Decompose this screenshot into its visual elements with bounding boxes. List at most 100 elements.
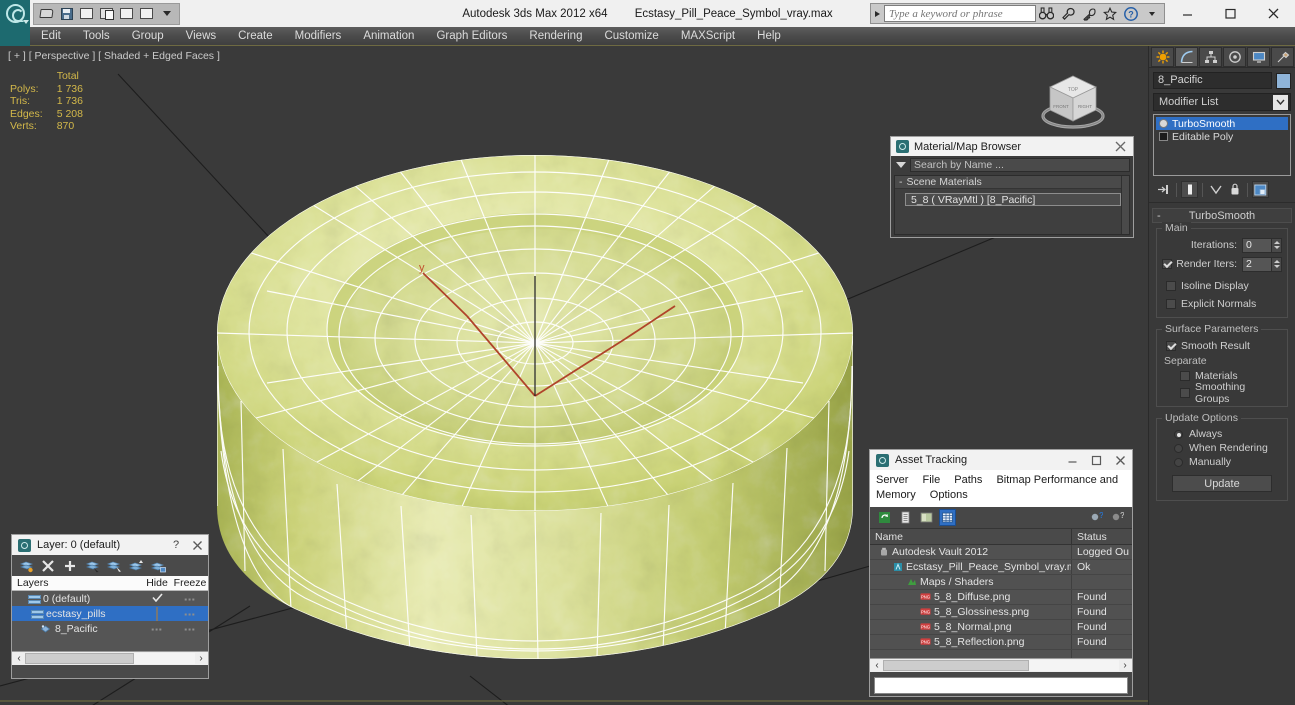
search-input[interactable]: [884, 5, 1036, 22]
update-button[interactable]: Update: [1172, 475, 1272, 492]
list-item[interactable]: 8_Pacific ▪▪▪ ▪▪▪: [12, 621, 208, 636]
update-option-always[interactable]: Always: [1162, 427, 1282, 441]
smooth-result-row[interactable]: Smooth Result: [1162, 338, 1282, 353]
update-option-when-rendering[interactable]: When Rendering: [1162, 441, 1282, 455]
scroll-left-icon[interactable]: ‹: [13, 653, 25, 664]
hierarchy-tab[interactable]: [1199, 46, 1222, 67]
render-iters-checkbox[interactable]: [1162, 259, 1172, 269]
spinner-arrows[interactable]: [1272, 256, 1282, 272]
render-iters-spinner[interactable]: [1242, 256, 1282, 272]
menu-item-server[interactable]: Server: [876, 474, 908, 486]
search-options-dropdown[interactable]: [1141, 4, 1162, 23]
menu-item-options[interactable]: Options: [930, 489, 968, 501]
explicit-normals-checkbox[interactable]: [1166, 298, 1176, 309]
table-row[interactable]: Autodesk Vault 2012 Logged Ou: [870, 545, 1132, 560]
help-blue-button[interactable]: ?: [1088, 509, 1105, 526]
scrollbar-thumb[interactable]: [883, 660, 1030, 671]
minimize-button[interactable]: [1060, 450, 1084, 470]
freeze-dots[interactable]: ▪▪▪: [184, 610, 196, 619]
current-layer-check[interactable]: [142, 592, 172, 605]
new-scene-button[interactable]: [77, 5, 96, 23]
iterations-spinner[interactable]: [1242, 237, 1282, 253]
menu-item-tools[interactable]: Tools: [72, 27, 121, 46]
grid-view-button[interactable]: [939, 509, 956, 526]
table-row[interactable]: Ecstasy_Pill_Peace_Symbol_vray.max Ok: [870, 560, 1132, 575]
scroll-left-icon[interactable]: ‹: [871, 660, 883, 671]
modifier-stack-item-editable-poly[interactable]: Editable Poly: [1156, 130, 1288, 143]
modify-tab[interactable]: [1175, 46, 1198, 67]
menu-item-help[interactable]: Help: [746, 27, 792, 46]
utilities-tab[interactable]: [1271, 46, 1294, 67]
layer-table-body[interactable]: 0 (default) ▪▪▪ ecstasy_pills ▪▪▪ 8_Paci…: [12, 591, 208, 651]
search-expand-button[interactable]: [871, 4, 884, 23]
modifier-stack[interactable]: TurboSmooth Editable Poly: [1153, 114, 1291, 176]
menu-item-file[interactable]: File: [922, 474, 940, 486]
menu-item-edit[interactable]: Edit: [30, 27, 72, 46]
turbosmooth-rollout-header[interactable]: - TurboSmooth: [1152, 208, 1292, 223]
menu-item-paths[interactable]: Paths: [954, 474, 982, 486]
list-item[interactable]: ecstasy_pills ▪▪▪: [12, 606, 208, 621]
object-color-swatch[interactable]: [1276, 72, 1291, 89]
materials-checkbox[interactable]: [1180, 370, 1190, 381]
hide-unselected-button[interactable]: [150, 558, 166, 574]
list-item[interactable]: 0 (default) ▪▪▪: [12, 591, 208, 606]
spinner-arrows[interactable]: [1272, 237, 1282, 253]
create-new-layer-button[interactable]: [18, 558, 34, 574]
app-logo-button[interactable]: [0, 0, 30, 27]
table-row[interactable]: PNG 5_8_Normal.png Found: [870, 620, 1132, 635]
table-row[interactable]: PNG 5_8_Diffuse.png Found: [870, 590, 1132, 605]
star-icon[interactable]: [1099, 4, 1120, 23]
hide-checkbox[interactable]: [156, 606, 158, 621]
scrollbar-thumb[interactable]: [25, 653, 134, 664]
table-row[interactable]: Maps / Shaders: [870, 575, 1132, 590]
scroll-right-icon[interactable]: ›: [195, 653, 207, 664]
table-row[interactable]: PNG 5_8_Reflection.png Found: [870, 635, 1132, 650]
table-row[interactable]: PNG 5_8_Glossiness.png Found: [870, 605, 1132, 620]
help-gray-button[interactable]: ?: [1109, 509, 1126, 526]
remove-modifier-button[interactable]: [1226, 181, 1243, 198]
menu-item-animation[interactable]: Animation: [352, 27, 425, 46]
display-tab[interactable]: [1247, 46, 1270, 67]
horizontal-scrollbar[interactable]: ‹ ›: [870, 658, 1132, 672]
undo-button[interactable]: [97, 5, 116, 23]
asset-tracking-dialog[interactable]: Asset Tracking Server File Paths Bitmap …: [869, 449, 1133, 697]
explicit-normals-row[interactable]: Explicit Normals: [1162, 296, 1282, 311]
select-objects-button[interactable]: [84, 558, 100, 574]
column-header-name[interactable]: Name: [870, 529, 1072, 544]
vertical-scrollbar[interactable]: [1121, 176, 1129, 234]
hide-dots[interactable]: ▪▪▪: [151, 625, 163, 634]
radio-icon[interactable]: [1174, 443, 1183, 453]
isoline-display-row[interactable]: Isoline Display: [1162, 278, 1282, 293]
key-icon[interactable]: [1078, 4, 1099, 23]
list-view-button[interactable]: [897, 509, 914, 526]
menu-item-maxscript[interactable]: MAXScript: [670, 27, 746, 46]
maximize-button[interactable]: [1084, 450, 1108, 470]
wrench-icon[interactable]: [1057, 4, 1078, 23]
close-button[interactable]: [1252, 0, 1295, 27]
column-header-layers[interactable]: Layers: [12, 576, 142, 590]
material-list-item[interactable]: 5_8 ( VRayMtl ) [8_Pacific]: [905, 193, 1121, 206]
add-selection-button[interactable]: [62, 558, 78, 574]
isoline-display-checkbox[interactable]: [1166, 280, 1176, 291]
material-browser-list[interactable]: - Scene Materials 5_8 ( VRayMtl ) [8_Pac…: [894, 175, 1130, 235]
iterations-input[interactable]: [1242, 237, 1272, 253]
configure-sets-button[interactable]: [1252, 181, 1269, 198]
column-header-freeze[interactable]: Freeze: [172, 576, 208, 590]
scrollbar-track[interactable]: [25, 653, 195, 664]
freeze-dots[interactable]: ▪▪▪: [184, 625, 196, 634]
menu-item-rendering[interactable]: Rendering: [518, 27, 593, 46]
freeze-dots[interactable]: ▪▪▪: [184, 595, 196, 604]
menu-item-customize[interactable]: Customize: [593, 27, 669, 46]
layer-dialog[interactable]: Layer: 0 (default) ? Layers Hide Freeze …: [11, 534, 209, 679]
smoothing-groups-checkbox[interactable]: [1180, 387, 1190, 398]
scrollbar-track[interactable]: [883, 660, 1119, 671]
maximize-button[interactable]: [1209, 0, 1252, 27]
smoothing-groups-row[interactable]: Smoothing Groups: [1162, 381, 1282, 405]
close-button[interactable]: [186, 536, 208, 555]
close-button[interactable]: [1108, 450, 1132, 470]
menu-item-bitmap-performance[interactable]: Bitmap Performance and Memory: [876, 474, 1118, 501]
menu-item-views[interactable]: Views: [175, 27, 227, 46]
reset-button[interactable]: [137, 5, 156, 23]
viewcube-icon[interactable]: TOP FRONT RIGHT: [1034, 64, 1112, 142]
select-highlighted-button[interactable]: [106, 558, 122, 574]
